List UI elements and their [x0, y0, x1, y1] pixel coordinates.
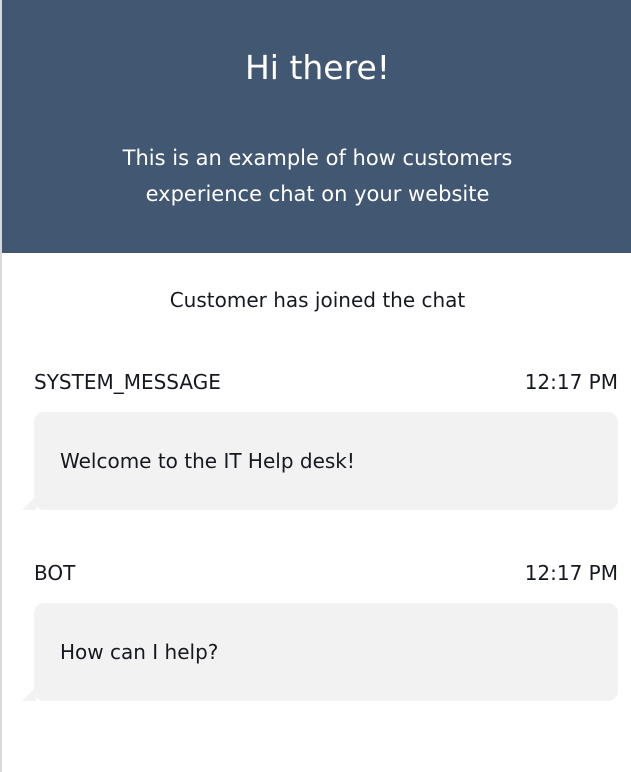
- join-notice: Customer has joined the chat: [169, 288, 466, 312]
- chat-widget: Hi there! This is an example of how cust…: [0, 0, 631, 772]
- message-header-bot: BOT 12:17 PM: [34, 559, 618, 587]
- bubble-tail: [22, 687, 36, 701]
- message-text: How can I help?: [60, 640, 219, 664]
- header-title: Hi there!: [244, 48, 390, 87]
- header-subtitle: This is an example of how customers expe…: [122, 146, 513, 206]
- chat-header: Hi there! This is an example of how cust…: [2, 0, 631, 253]
- message-timestamp: 12:17 PM: [524, 370, 618, 394]
- message-sender: BOT: [34, 561, 76, 585]
- message-sender: SYSTEM_MESSAGE: [34, 370, 221, 394]
- message-timestamp: 12:17 PM: [524, 561, 618, 585]
- message-text: Welcome to the IT Help desk!: [60, 449, 355, 473]
- bubble-tail: [22, 496, 36, 510]
- message-header-system: SYSTEM_MESSAGE 12:17 PM: [34, 368, 618, 396]
- chat-transcript[interactable]: Customer has joined the chat SYSTEM_MESS…: [2, 253, 631, 772]
- message-bubble-bot: How can I help?: [22, 603, 618, 701]
- message-bubble-system: Welcome to the IT Help desk!: [22, 412, 618, 510]
